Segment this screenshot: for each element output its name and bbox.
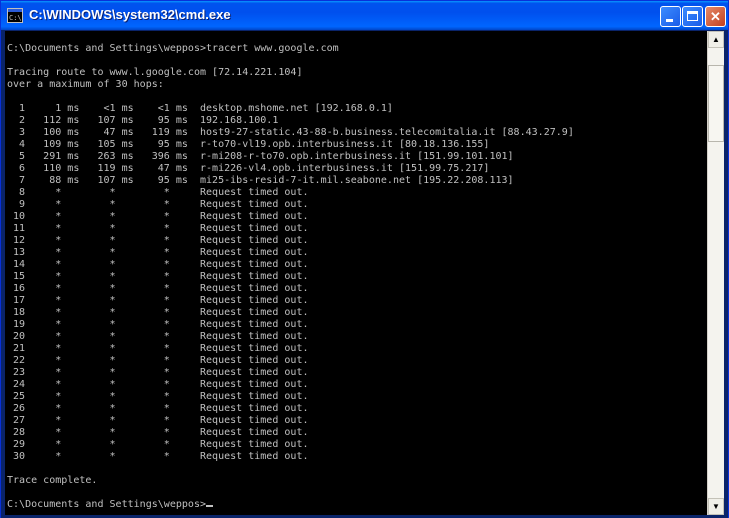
console-line: 9 * * * Request timed out.	[7, 199, 309, 210]
console-line: 28 * * * Request timed out.	[7, 427, 309, 438]
console-line: 21 * * * Request timed out.	[7, 343, 309, 354]
console-line: 14 * * * Request timed out.	[7, 259, 309, 270]
minimize-button[interactable]	[660, 6, 681, 27]
console-line: 24 * * * Request timed out.	[7, 379, 309, 390]
console-line: 1 1 ms <1 ms <1 ms desktop.mshome.net [1…	[7, 103, 393, 114]
scroll-up-button[interactable]: ▲	[708, 31, 724, 48]
maximize-icon	[687, 11, 698, 21]
console-line: 7 88 ms 107 ms 95 ms mi25-ibs-resid-7-it…	[7, 175, 514, 186]
close-icon: ✕	[710, 9, 721, 24]
window-title: C:\WINDOWS\system32\cmd.exe	[29, 7, 231, 22]
console-lines: C:\Documents and Settings\weppos>tracert…	[7, 43, 574, 486]
console-line: 27 * * * Request timed out.	[7, 415, 309, 426]
console-line: Tracing route to www.l.google.com [72.14…	[7, 67, 303, 78]
console-line: 13 * * * Request timed out.	[7, 247, 309, 258]
console-line: 8 * * * Request timed out.	[7, 187, 309, 198]
maximize-button[interactable]	[682, 6, 703, 27]
console-line: 23 * * * Request timed out.	[7, 367, 309, 378]
title-bar[interactable]: C:\ C:\WINDOWS\system32\cmd.exe ✕	[1, 1, 728, 31]
console-line: 29 * * * Request timed out.	[7, 439, 309, 450]
console-line: 11 * * * Request timed out.	[7, 223, 309, 234]
close-button[interactable]: ✕	[705, 6, 726, 27]
console-text: C:\Documents and Settings\weppos>tracert…	[7, 43, 574, 511]
console-output[interactable]: C:\Documents and Settings\weppos>tracert…	[5, 31, 707, 515]
scroll-down-button[interactable]: ▼	[708, 498, 724, 515]
cmd-icon[interactable]: C:\	[7, 8, 23, 23]
console-line: 18 * * * Request timed out.	[7, 307, 309, 318]
console-line: 30 * * * Request timed out.	[7, 451, 309, 462]
console-line: 20 * * * Request timed out.	[7, 331, 309, 342]
console-line: 15 * * * Request timed out.	[7, 271, 309, 282]
console-line: over a maximum of 30 hops:	[7, 79, 164, 90]
console-line: 2 112 ms 107 ms 95 ms 192.168.100.1	[7, 115, 279, 126]
console-line: 16 * * * Request timed out.	[7, 283, 309, 294]
cmd-window: C:\ C:\WINDOWS\system32\cmd.exe ✕ C:\Doc…	[0, 0, 729, 518]
arrow-up-icon: ▲	[712, 35, 720, 44]
console-line: 25 * * * Request timed out.	[7, 391, 309, 402]
console-line: C:\Documents and Settings\weppos>tracert…	[7, 43, 339, 54]
console-line: 17 * * * Request timed out.	[7, 295, 309, 306]
window-frame-right	[724, 31, 728, 517]
console-line: 10 * * * Request timed out.	[7, 211, 309, 222]
arrow-down-icon: ▼	[712, 502, 720, 511]
console-line: 26 * * * Request timed out.	[7, 403, 309, 414]
text-cursor	[206, 505, 214, 507]
icon-text: C:\	[9, 14, 22, 22]
vertical-scrollbar[interactable]: ▲ ▼	[707, 31, 724, 515]
console-line: 6 110 ms 119 ms 47 ms r-mi226-vl4.opb.in…	[7, 163, 490, 174]
console-line: Trace complete.	[7, 475, 98, 486]
console-line: 12 * * * Request timed out.	[7, 235, 309, 246]
console-line: 22 * * * Request timed out.	[7, 355, 309, 366]
console-line: 5 291 ms 263 ms 396 ms r-mi208-r-to70.op…	[7, 151, 514, 162]
prompt: C:\Documents and Settings\weppos>	[7, 499, 207, 510]
scroll-thumb[interactable]	[708, 65, 724, 142]
minimize-icon	[666, 19, 673, 22]
console-line: 19 * * * Request timed out.	[7, 319, 309, 330]
console-line: 4 109 ms 105 ms 95 ms r-to70-vl19.opb.in…	[7, 139, 490, 150]
console-line: 3 100 ms 47 ms 119 ms host9-27-static.43…	[7, 127, 574, 138]
